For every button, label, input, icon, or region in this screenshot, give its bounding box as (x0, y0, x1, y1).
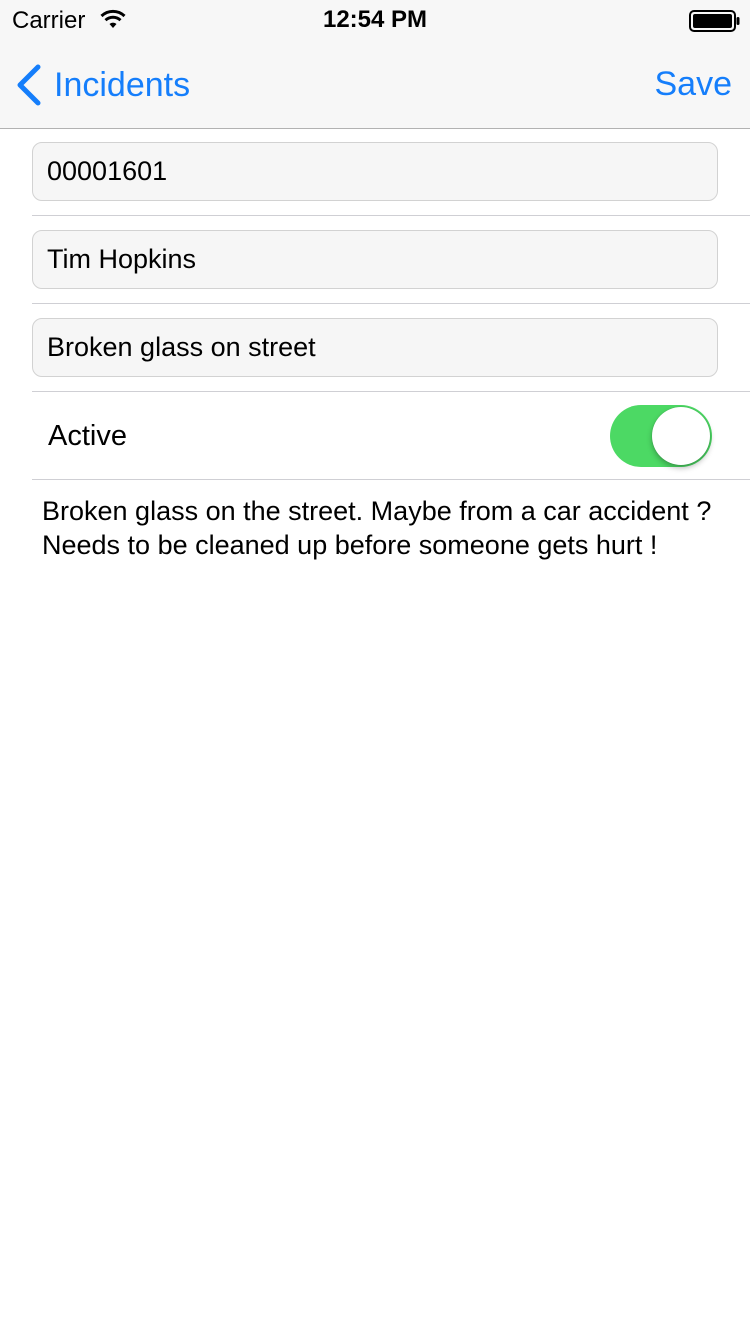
incident-number-row: 00001601 (32, 128, 750, 216)
active-toggle[interactable] (610, 405, 712, 467)
incident-edit-screen: Carrier 12:54 PM Incidents Save 00001601… (0, 0, 750, 1334)
save-button[interactable]: Save (655, 62, 733, 106)
incident-number-field[interactable]: 00001601 (32, 142, 718, 201)
battery-icon (689, 10, 740, 32)
subject-row: Broken glass on street (32, 304, 750, 392)
subject-field[interactable]: Broken glass on street (32, 318, 718, 377)
status-time: 12:54 PM (322, 6, 428, 33)
reporter-name-field[interactable]: Tim Hopkins (32, 230, 718, 289)
description-text-area[interactable]: Broken glass on the street. Maybe from a… (42, 494, 732, 562)
toggle-knob (652, 407, 710, 465)
chevron-left-icon (17, 64, 41, 106)
back-button[interactable]: Incidents (14, 60, 190, 110)
reporter-name-row: Tim Hopkins (32, 216, 750, 304)
back-button-label: Incidents (54, 66, 191, 104)
active-row: Active (32, 392, 750, 480)
active-label: Active (48, 419, 127, 452)
navigation-bar: Carrier 12:54 PM Incidents Save (0, 0, 750, 129)
